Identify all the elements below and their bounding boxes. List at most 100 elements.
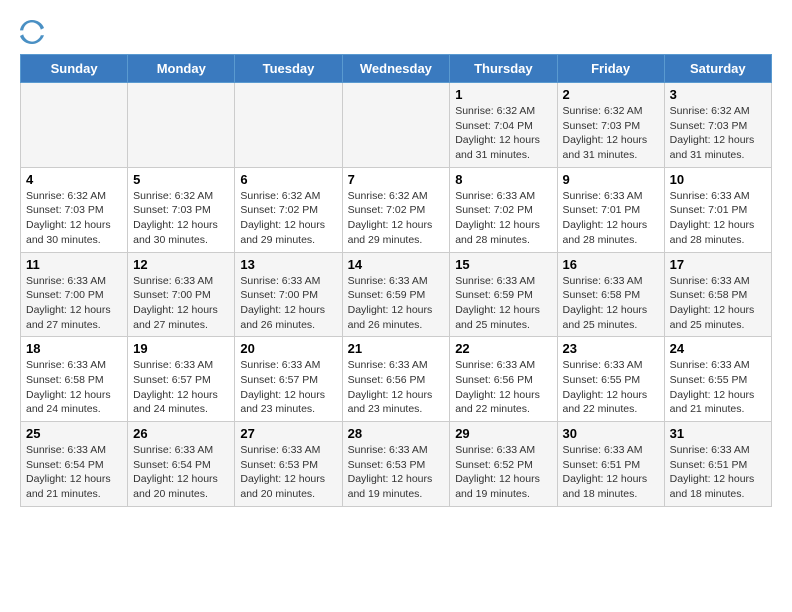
day-number: 25 (26, 426, 122, 441)
day-info: Sunrise: 6:32 AM Sunset: 7:02 PM Dayligh… (240, 189, 336, 248)
day-info: Sunrise: 6:32 AM Sunset: 7:03 PM Dayligh… (26, 189, 122, 248)
calendar-cell: 4 Sunrise: 6:32 AM Sunset: 7:03 PM Daylig… (21, 167, 128, 252)
day-info: Sunrise: 6:33 AM Sunset: 6:59 PM Dayligh… (455, 274, 551, 333)
calendar-cell: 2Sunrise: 6:32 AM Sunset: 7:03 PM Daylig… (557, 83, 664, 168)
calendar-cell: 16Sunrise: 6:33 AM Sunset: 6:58 PM Dayli… (557, 252, 664, 337)
calendar-cell: 28Sunrise: 6:33 AM Sunset: 6:53 PM Dayli… (342, 422, 450, 507)
day-number: 10 (670, 172, 766, 187)
day-number: 15 (455, 257, 551, 272)
day-number: 13 (240, 257, 336, 272)
calendar-cell: 1 Sunrise: 6:32 AM Sunset: 7:04 PM Daylig… (450, 83, 557, 168)
calendar-cell: 14 Sunrise: 6:33 AM Sunset: 6:59 PM Dayli… (342, 252, 450, 337)
calendar-cell (128, 83, 235, 168)
day-number: 27 (240, 426, 336, 441)
calendar-cell: 21 Sunrise: 6:33 AM Sunset: 6:56 PM Dayli… (342, 337, 450, 422)
calendar-cell: 25 Sunrise: 6:33 AM Sunset: 6:54 PM Dayli… (21, 422, 128, 507)
day-number: 5 (133, 172, 229, 187)
day-info: Sunrise: 6:33 AM Sunset: 6:56 PM Dayligh… (348, 358, 445, 417)
day-number: 23 (563, 341, 659, 356)
calendar-cell: 22 Sunrise: 6:33 AM Sunset: 6:56 PM Dayli… (450, 337, 557, 422)
day-info: Sunrise: 6:33 AM Sunset: 6:54 PM Dayligh… (26, 443, 122, 502)
calendar-cell: 17Sunrise: 6:33 AM Sunset: 6:58 PM Dayli… (664, 252, 771, 337)
calendar-cell: 7 Sunrise: 6:32 AM Sunset: 7:02 PM Daylig… (342, 167, 450, 252)
day-number: 11 (26, 257, 122, 272)
day-info: Sunrise: 6:33 AM Sunset: 6:56 PM Dayligh… (455, 358, 551, 417)
day-number: 14 (348, 257, 445, 272)
day-info: Sunrise: 6:33 AM Sunset: 6:59 PM Dayligh… (348, 274, 445, 333)
day-info: Sunrise: 6:33 AM Sunset: 7:01 PM Dayligh… (670, 189, 766, 248)
calendar-cell: 29 Sunrise: 6:33 AM Sunset: 6:52 PM Dayli… (450, 422, 557, 507)
day-header: Wednesday (342, 55, 450, 83)
day-number: 6 (240, 172, 336, 187)
calendar-cell (21, 83, 128, 168)
day-header: Thursday (450, 55, 557, 83)
day-info: Sunrise: 6:33 AM Sunset: 7:01 PM Dayligh… (563, 189, 659, 248)
calendar-cell: 11 Sunrise: 6:33 AM Sunset: 7:00 PM Dayli… (21, 252, 128, 337)
day-info: Sunrise: 6:33 AM Sunset: 6:57 PM Dayligh… (133, 358, 229, 417)
calendar-cell: 24 Sunrise: 6:33 AM Sunset: 6:55 PM Dayli… (664, 337, 771, 422)
day-info: Sunrise: 6:33 AM Sunset: 7:00 PM Dayligh… (26, 274, 122, 333)
calendar-week: 11 Sunrise: 6:33 AM Sunset: 7:00 PM Dayli… (21, 252, 772, 337)
day-info: Sunrise: 6:32 AM Sunset: 7:02 PM Dayligh… (348, 189, 445, 248)
day-header: Monday (128, 55, 235, 83)
day-info: Sunrise: 6:33 AM Sunset: 6:55 PM Dayligh… (670, 358, 766, 417)
logo (20, 20, 48, 44)
day-info: Sunrise: 6:32 AM Sunset: 7:03 PM Dayligh… (133, 189, 229, 248)
day-number: 28 (348, 426, 445, 441)
day-info: Sunrise: 6:33 AM Sunset: 7:02 PM Dayligh… (455, 189, 551, 248)
day-number: 19 (133, 341, 229, 356)
calendar-cell: 12 Sunrise: 6:33 AM Sunset: 7:00 PM Dayli… (128, 252, 235, 337)
day-info: Sunrise: 6:33 AM Sunset: 6:57 PM Dayligh… (240, 358, 336, 417)
calendar-table: SundayMondayTuesdayWednesdayThursdayFrid… (20, 54, 772, 507)
day-number: 12 (133, 257, 229, 272)
day-header: Sunday (21, 55, 128, 83)
calendar-cell: 10 Sunrise: 6:33 AM Sunset: 7:01 PM Dayli… (664, 167, 771, 252)
calendar-cell: 27 Sunrise: 6:33 AM Sunset: 6:53 PM Dayli… (235, 422, 342, 507)
day-header: Friday (557, 55, 664, 83)
calendar-cell: 19 Sunrise: 6:33 AM Sunset: 6:57 PM Dayli… (128, 337, 235, 422)
day-number: 8 (455, 172, 551, 187)
calendar-week: 18 Sunrise: 6:33 AM Sunset: 6:58 PM Dayli… (21, 337, 772, 422)
calendar-cell: 8 Sunrise: 6:33 AM Sunset: 7:02 PM Daylig… (450, 167, 557, 252)
calendar-cell: 30 Sunrise: 6:33 AM Sunset: 6:51 PM Dayli… (557, 422, 664, 507)
day-number: 31 (670, 426, 766, 441)
day-number: 24 (670, 341, 766, 356)
day-info: Sunrise: 6:33 AM Sunset: 6:54 PM Dayligh… (133, 443, 229, 502)
calendar-cell (342, 83, 450, 168)
day-number: 7 (348, 172, 445, 187)
calendar-cell: 23 Sunrise: 6:33 AM Sunset: 6:55 PM Dayli… (557, 337, 664, 422)
day-header: Saturday (664, 55, 771, 83)
calendar-cell: 13 Sunrise: 6:33 AM Sunset: 7:00 PM Dayli… (235, 252, 342, 337)
day-number: 16 (563, 257, 659, 272)
day-number: 3 (670, 87, 766, 102)
day-number: 21 (348, 341, 445, 356)
calendar-cell: 20Sunrise: 6:33 AM Sunset: 6:57 PM Dayli… (235, 337, 342, 422)
day-number: 30 (563, 426, 659, 441)
calendar-week: 1 Sunrise: 6:32 AM Sunset: 7:04 PM Daylig… (21, 83, 772, 168)
calendar-cell: 15 Sunrise: 6:33 AM Sunset: 6:59 PM Dayli… (450, 252, 557, 337)
calendar-cell: 31 Sunrise: 6:33 AM Sunset: 6:51 PM Dayli… (664, 422, 771, 507)
day-number: 1 (455, 87, 551, 102)
day-info: Sunrise: 6:33 AM Sunset: 6:51 PM Dayligh… (670, 443, 766, 502)
day-number: 18 (26, 341, 122, 356)
day-info: Sunrise: 6:32 AM Sunset: 7:03 PM Dayligh… (563, 104, 659, 163)
day-info: Sunrise: 6:33 AM Sunset: 7:00 PM Dayligh… (133, 274, 229, 333)
day-number: 29 (455, 426, 551, 441)
calendar-body: 1 Sunrise: 6:32 AM Sunset: 7:04 PM Daylig… (21, 83, 772, 507)
day-info: Sunrise: 6:33 AM Sunset: 6:53 PM Dayligh… (240, 443, 336, 502)
calendar-cell: 3Sunrise: 6:32 AM Sunset: 7:03 PM Daylig… (664, 83, 771, 168)
calendar-cell: 5 Sunrise: 6:32 AM Sunset: 7:03 PM Daylig… (128, 167, 235, 252)
day-info: Sunrise: 6:33 AM Sunset: 6:55 PM Dayligh… (563, 358, 659, 417)
calendar-cell: 26Sunrise: 6:33 AM Sunset: 6:54 PM Dayli… (128, 422, 235, 507)
day-info: Sunrise: 6:32 AM Sunset: 7:04 PM Dayligh… (455, 104, 551, 163)
day-info: Sunrise: 6:33 AM Sunset: 6:52 PM Dayligh… (455, 443, 551, 502)
logo-icon (20, 20, 44, 44)
day-number: 9 (563, 172, 659, 187)
day-number: 4 (26, 172, 122, 187)
calendar-cell (235, 83, 342, 168)
day-info: Sunrise: 6:33 AM Sunset: 6:51 PM Dayligh… (563, 443, 659, 502)
calendar-cell: 18 Sunrise: 6:33 AM Sunset: 6:58 PM Dayli… (21, 337, 128, 422)
day-number: 22 (455, 341, 551, 356)
day-info: Sunrise: 6:33 AM Sunset: 6:58 PM Dayligh… (26, 358, 122, 417)
day-info: Sunrise: 6:33 AM Sunset: 7:00 PM Dayligh… (240, 274, 336, 333)
